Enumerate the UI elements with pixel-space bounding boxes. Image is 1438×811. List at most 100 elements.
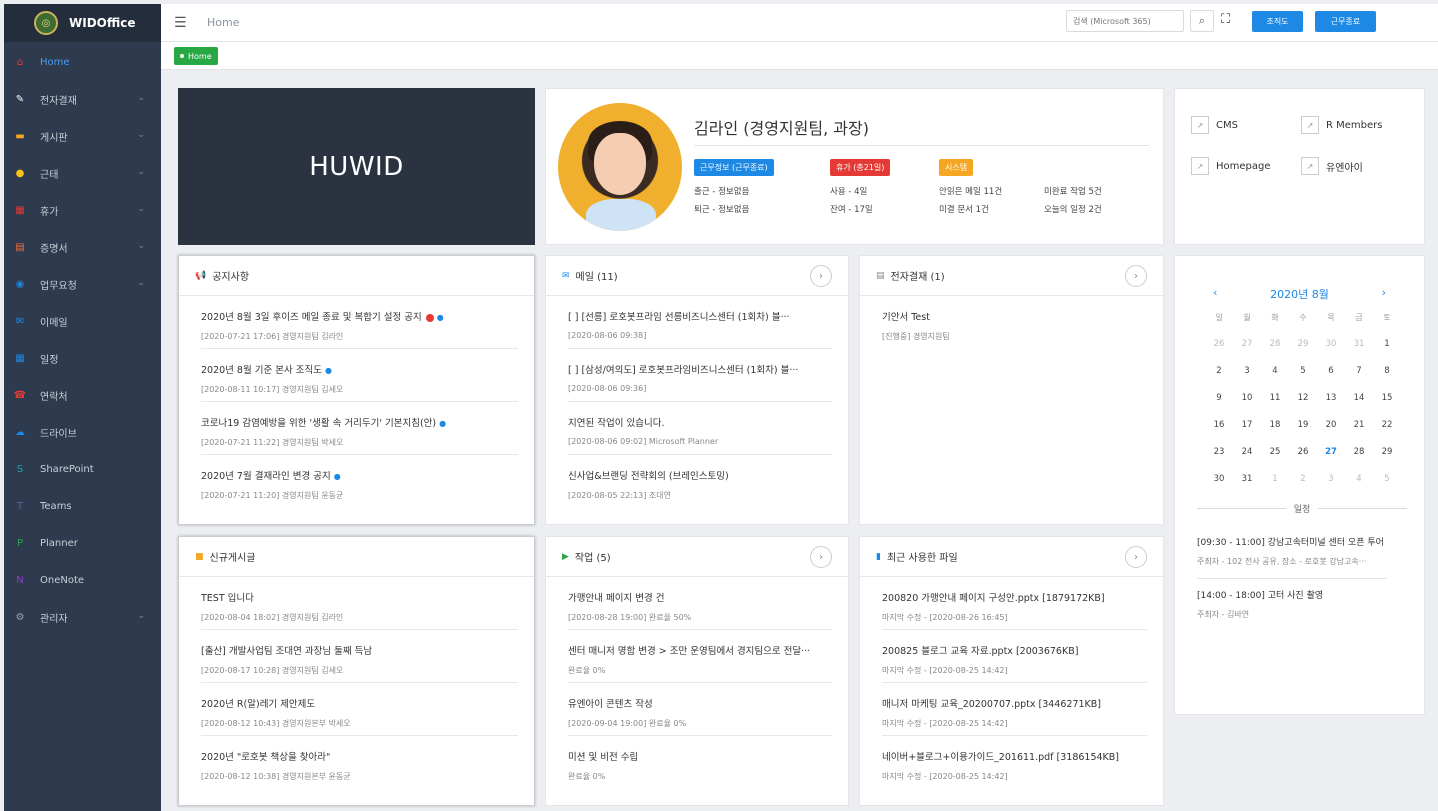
mail-more-button[interactable]: ›: [810, 265, 832, 287]
link-cms[interactable]: ↗ CMS: [1191, 116, 1238, 134]
mail-row[interactable]: [ ] [선릉] 로호봇프라임 선릉비즈니스센터 (1회차) 블··· [2020…: [568, 296, 832, 349]
calendar-day[interactable]: 8: [1373, 366, 1401, 393]
calendar-day[interactable]: 3: [1317, 474, 1345, 501]
post-row[interactable]: 2020년 R(알)레기 제안제도 [2020-08-12 10:43] 경영지원…: [201, 683, 518, 736]
sidebar-item-8[interactable]: ▦ 일정: [4, 340, 161, 377]
link-homepage[interactable]: ↗ Homepage: [1191, 157, 1271, 175]
post-row[interactable]: 2020년 "로호봇 책상을 찾아라" [2020-08-12 10:38] 경영…: [201, 736, 518, 789]
sidebar-item-5[interactable]: ▤ 증명서 ⌄: [4, 229, 161, 266]
calendar-day[interactable]: 3: [1233, 366, 1261, 393]
notice-row[interactable]: 2020년 8월 3일 후이즈 메일 종료 및 복합기 설정 공지 ● [2020-…: [201, 296, 518, 349]
calendar-day[interactable]: 25: [1261, 447, 1289, 474]
calendar-day[interactable]: 2: [1289, 474, 1317, 501]
calendar-next-button[interactable]: ›: [1382, 286, 1386, 299]
sidebar-item-12[interactable]: T Teams: [4, 488, 161, 525]
task-row[interactable]: 센터 매니저 명함 변경 > 조만 운영팀에서 경지팀으로 전달··· 완료율 0…: [568, 630, 832, 683]
system-badge[interactable]: 시스템: [939, 159, 974, 176]
calendar-day[interactable]: 29: [1289, 339, 1317, 366]
calendar-day[interactable]: 7: [1345, 366, 1373, 393]
calendar-day[interactable]: 16: [1205, 420, 1233, 447]
notice-row[interactable]: 2020년 7월 결재라인 변경 공지 ● [2020-07-21 11:20] 경…: [201, 455, 518, 508]
link-r-members[interactable]: ↗ R Members: [1301, 116, 1382, 134]
task-row[interactable]: 미션 및 비전 수립 완료율 0%: [568, 736, 832, 789]
sidebar-item-13[interactable]: P Planner: [4, 525, 161, 562]
calendar-day[interactable]: 31: [1345, 339, 1373, 366]
calendar-day[interactable]: 4: [1345, 474, 1373, 501]
stat-today[interactable]: 오늘의 일정 2건: [1044, 203, 1102, 215]
calendar-day[interactable]: 29: [1373, 447, 1401, 474]
search-input[interactable]: [1066, 10, 1184, 32]
calendar-day[interactable]: 28: [1261, 339, 1289, 366]
calendar-day[interactable]: 14: [1345, 393, 1373, 420]
calendar-day[interactable]: 4: [1261, 366, 1289, 393]
huwid-banner[interactable]: HUWID: [178, 88, 535, 245]
calendar-day[interactable]: 13: [1317, 393, 1345, 420]
calendar-day[interactable]: 24: [1233, 447, 1261, 474]
calendar-day[interactable]: 30: [1317, 339, 1345, 366]
calendar-day[interactable]: 10: [1233, 393, 1261, 420]
calendar-day[interactable]: 6: [1317, 366, 1345, 393]
calendar-day[interactable]: 1: [1261, 474, 1289, 501]
sidebar-item-2[interactable]: ▬ 게시판 ⌄: [4, 118, 161, 155]
mail-row[interactable]: [ ] [삼성/여의도] 로호봇프라임비즈니스센터 (1회차) 블··· [202…: [568, 349, 832, 402]
mail-row[interactable]: 신사업&브랜딩 전략회의 (브레인스토밍) [2020-08-05 22:13] …: [568, 455, 832, 508]
sidebar-item-7[interactable]: ✉ 이메일: [4, 303, 161, 340]
sidebar-item-9[interactable]: ☎ 연락처: [4, 377, 161, 414]
end-work-button[interactable]: 근무종료: [1315, 11, 1376, 32]
calendar-day[interactable]: 26: [1289, 447, 1317, 474]
file-row[interactable]: 200825 블로그 교육 자료.pptx [2003676KB] 마지막 수정 …: [882, 630, 1147, 683]
file-row[interactable]: 200820 가맹안내 페이지 구성안.pptx [1879172KB] 마지막 …: [882, 577, 1147, 630]
calendar-day[interactable]: 17: [1233, 420, 1261, 447]
work-info-badge[interactable]: 근무정보 (근무종료): [694, 159, 774, 176]
stat-unfinished[interactable]: 미완료 작업 5건: [1044, 185, 1102, 197]
menu-toggle-icon[interactable]: ☰: [174, 15, 187, 31]
calendar-day[interactable]: 11: [1261, 393, 1289, 420]
mail-row[interactable]: 지연된 작업이 있습니다. [2020-08-06 09:02] Microsof…: [568, 402, 832, 455]
sidebar-item-0[interactable]: ⌂ Home: [4, 44, 161, 81]
sidebar-item-6[interactable]: ◉ 업무요청 ⌄: [4, 266, 161, 303]
sidebar-item-10[interactable]: ☁ 드라이브: [4, 414, 161, 451]
calendar-day[interactable]: 27: [1233, 339, 1261, 366]
approval-more-button[interactable]: ›: [1125, 265, 1147, 287]
breadcrumb-home-tag[interactable]: Home: [174, 47, 218, 65]
calendar-day[interactable]: 5: [1373, 474, 1401, 501]
sidebar-item-1[interactable]: ✎ 전자결재 ⌄: [4, 81, 161, 118]
file-row[interactable]: 네이버+블로그+이용가이드_201611.pdf [3186154KB] 마지막 …: [882, 736, 1147, 789]
calendar-day[interactable]: 9: [1205, 393, 1233, 420]
calendar-day[interactable]: 31: [1233, 474, 1261, 501]
sidebar-item-4[interactable]: ▦ 휴가 ⌄: [4, 192, 161, 229]
brand[interactable]: ◎ WIDOffice: [4, 4, 161, 42]
fullscreen-icon[interactable]: ⛶: [1221, 12, 1230, 27]
vacation-badge[interactable]: 휴가 (총21일): [830, 159, 891, 176]
calendar-day[interactable]: 30: [1205, 474, 1233, 501]
schedule-item[interactable]: [09:30 - 11:00] 강남고속터미널 센터 오픈 투어 주최자 - 1…: [1197, 535, 1411, 567]
sidebar-item-15[interactable]: ⚙ 관리자 ⌄: [4, 599, 161, 636]
file-row[interactable]: 매니저 마케팅 교육_20200707.pptx [3446271KB] 마지막 …: [882, 683, 1147, 736]
sidebar-item-11[interactable]: S SharePoint: [4, 451, 161, 488]
notice-row[interactable]: 2020년 8월 기준 본사 조직도 ● [2020-08-11 10:17] 경영…: [201, 349, 518, 402]
task-row[interactable]: 유엔아이 콘텐츠 작성 [2020-09-04 19:00] 완료율 0%: [568, 683, 832, 736]
calendar-day[interactable]: 27: [1317, 447, 1345, 474]
files-more-button[interactable]: ›: [1125, 546, 1147, 568]
calendar-day[interactable]: 22: [1373, 420, 1401, 447]
calendar-day[interactable]: 1: [1373, 339, 1401, 366]
calendar-day[interactable]: 18: [1261, 420, 1289, 447]
calendar-day[interactable]: 26: [1205, 339, 1233, 366]
task-row[interactable]: 가맹안내 페이지 변경 건 [2020-08-28 19:00] 완료율 50%: [568, 577, 832, 630]
post-row[interactable]: TEST 입니다 [2020-08-04 18:02] 경영지원팀 김라인: [201, 577, 518, 630]
notice-row[interactable]: 코로나19 감염예방을 위한 '생활 속 거리두기' 기본지침(안) ● [2020…: [201, 402, 518, 455]
calendar-day[interactable]: 5: [1289, 366, 1317, 393]
stat-unread-mail[interactable]: 안읽은 메일 11건: [939, 185, 1002, 197]
sidebar-item-3[interactable]: ● 근태 ⌄: [4, 155, 161, 192]
org-chart-button[interactable]: 조직도: [1252, 11, 1303, 32]
calendar-day[interactable]: 19: [1289, 420, 1317, 447]
schedule-item[interactable]: [14:00 - 18:00] 고터 사진 촬영 주최자 - 김바연: [1197, 588, 1411, 620]
calendar-day[interactable]: 23: [1205, 447, 1233, 474]
post-row[interactable]: [출산] 개발사업팀 조대연 과장님 둘째 득남 [2020-08-17 10:2…: [201, 630, 518, 683]
calendar-day[interactable]: 20: [1317, 420, 1345, 447]
calendar-day[interactable]: 15: [1373, 393, 1401, 420]
approval-row[interactable]: 기안서 Test [진행중] 경영지원팀: [882, 296, 1147, 349]
calendar-day[interactable]: 28: [1345, 447, 1373, 474]
search-button[interactable]: ⌕: [1190, 10, 1214, 32]
calendar-day[interactable]: 2: [1205, 366, 1233, 393]
